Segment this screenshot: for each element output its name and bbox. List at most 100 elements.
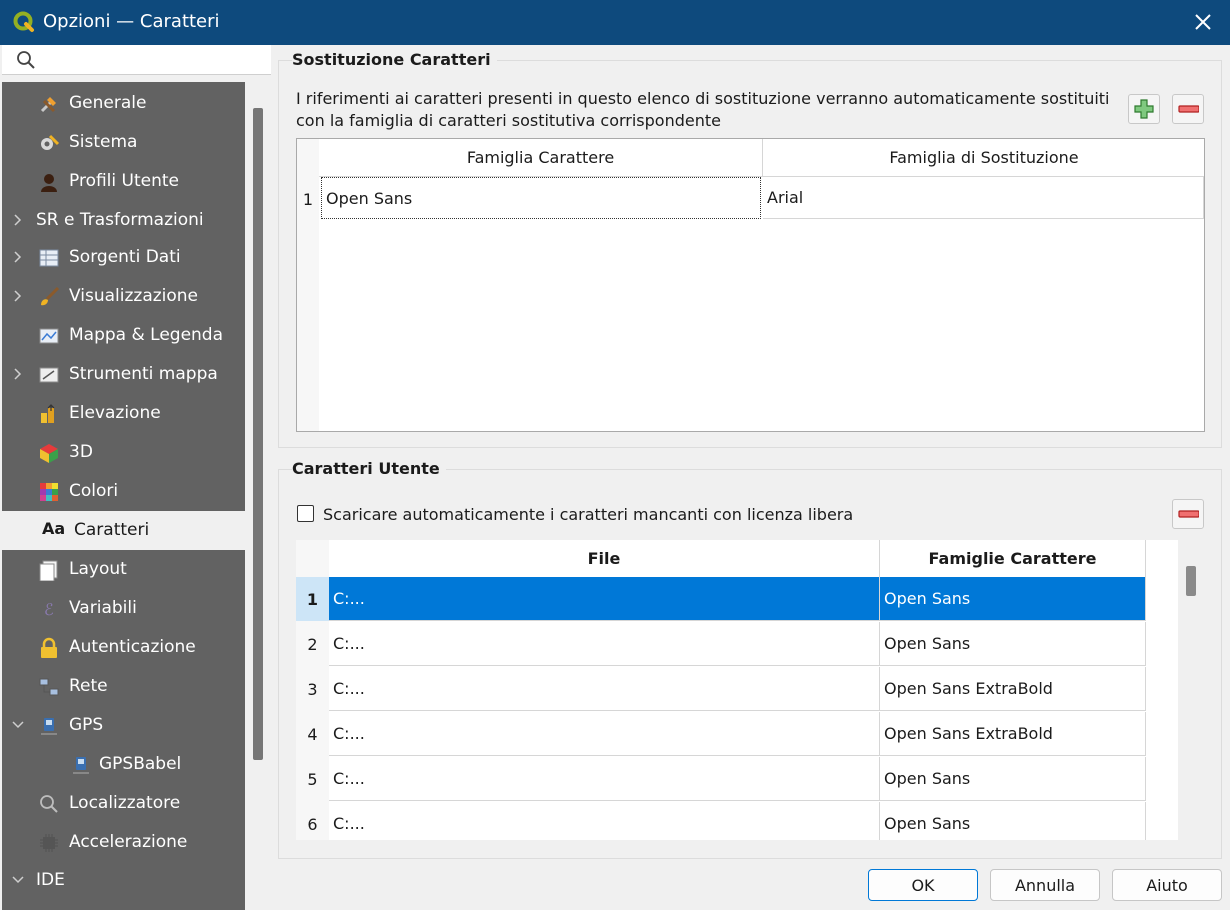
qgis-logo-icon [13, 11, 34, 32]
sidebar-item-label: 3D [69, 442, 93, 462]
sidebar-item-label: Visualizzazione [69, 286, 199, 306]
sidebar-item-sr-trasformazioni[interactable]: SR e Trasformazioni [2, 201, 245, 240]
search-input[interactable] [42, 49, 262, 71]
user-fonts-table: File Famiglie Carattere 1 C:... Open San… [296, 540, 1205, 840]
sidebar-item-elevazione[interactable]: Elevazione [2, 394, 245, 433]
table-cell-file[interactable]: C:... [329, 712, 880, 756]
table-cell-file[interactable]: C:... [329, 577, 880, 621]
cube-icon [40, 444, 58, 463]
table-cell-family[interactable]: Open Sans [880, 622, 1146, 666]
table-cell-file[interactable]: C:... [329, 757, 880, 801]
gps-icon [73, 757, 89, 774]
cancel-button[interactable]: Annulla [990, 869, 1100, 901]
close-icon[interactable] [1190, 9, 1216, 35]
plus-icon [1134, 99, 1154, 119]
row-number[interactable]: 5 [296, 757, 329, 801]
sidebar-item-label: Accelerazione [69, 832, 188, 852]
table-cell-family[interactable]: Open Sans [880, 577, 1146, 621]
sidebar-item-label: GPSBabel [99, 754, 182, 774]
row-number[interactable]: 1 [296, 577, 329, 621]
sidebar-item-label: Rete [69, 676, 108, 696]
table-cell-file[interactable]: C:... [329, 622, 880, 666]
gps-icon [41, 718, 57, 735]
svg-text:ℰ: ℰ [44, 600, 54, 619]
table-cell-family[interactable]: Open Sans [880, 802, 1146, 840]
row-number[interactable]: 6 [296, 802, 329, 840]
map-icon [39, 328, 59, 344]
nav-tree: Generale Sistema Profili Utente SR e Tra… [2, 82, 245, 910]
row-number[interactable]: 4 [296, 712, 329, 756]
chevron-right-icon[interactable] [11, 250, 25, 264]
column-header-family[interactable]: Famiglia Carattere [319, 139, 763, 177]
sidebar-item-label: Profili Utente [69, 171, 179, 191]
sidebar-item-colori[interactable]: Colori [2, 472, 245, 511]
sidebar-item-3d[interactable]: 3D [2, 433, 245, 472]
sidebar-item-label: SR e Trasformazioni [36, 210, 204, 230]
font-substitution-description: I riferimenti ai caratteri presenti in q… [296, 89, 1110, 130]
sidebar-item-sistema[interactable]: Sistema [2, 123, 245, 162]
sidebar-item-generale[interactable]: Generale [2, 84, 245, 123]
font-aa-icon: Aa [42, 519, 66, 538]
chevron-right-icon[interactable] [11, 213, 25, 227]
column-header-font-families[interactable]: Famiglie Carattere [880, 540, 1146, 578]
table-cell-family[interactable]: Open Sans [321, 177, 761, 219]
sidebar-item-label: Generale [69, 93, 147, 113]
sidebar-item-localizzatore[interactable]: Localizzatore [2, 784, 245, 823]
column-header-replacement[interactable]: Famiglia di Sostituzione [763, 139, 1204, 177]
options-sidebar: Generale Sistema Profili Utente SR e Tra… [2, 45, 271, 910]
sidebar-item-gps[interactable]: GPS [2, 706, 245, 745]
row-number[interactable]: 2 [296, 622, 329, 666]
sidebar-item-layout[interactable]: Layout [2, 550, 245, 589]
table-cell-file[interactable]: C:... [329, 802, 880, 840]
remove-user-font-button[interactable] [1172, 499, 1204, 529]
lock-icon [41, 637, 57, 658]
ok-button[interactable]: OK [868, 869, 978, 901]
sidebar-item-sorgenti-dati[interactable]: Sorgenti Dati [2, 238, 245, 277]
sidebar-scrollbar[interactable] [253, 108, 263, 760]
sidebar-item-strumenti-mappa[interactable]: Strumenti mappa [2, 355, 245, 394]
sidebar-item-accelerazione[interactable]: Accelerazione [2, 823, 245, 862]
sidebar-item-profili-utente[interactable]: Profili Utente [2, 162, 245, 201]
auto-download-checkbox[interactable] [297, 505, 314, 522]
auto-download-label[interactable]: Scaricare automaticamente i caratteri ma… [323, 505, 853, 524]
table-cell-replacement[interactable]: Arial [763, 177, 1204, 219]
sidebar-item-caratteri[interactable]: Aa Caratteri [2, 511, 245, 550]
sidebar-item-rete[interactable]: Rete [2, 667, 245, 706]
user-fonts-title: Caratteri Utente [292, 459, 446, 478]
row-number[interactable]: 3 [296, 667, 329, 711]
network-icon [39, 678, 59, 696]
user-fonts-scrollbar[interactable] [1178, 540, 1205, 840]
sidebar-item-mappa-legenda[interactable]: Mappa & Legenda [2, 316, 245, 355]
chevron-down-icon[interactable] [11, 873, 25, 887]
sidebar-item-label: Strumenti mappa [69, 364, 218, 384]
font-substitution-title: Sostituzione Caratteri [292, 50, 497, 69]
minus-icon [1178, 105, 1199, 113]
search-icon [40, 795, 58, 813]
table-cell-family[interactable]: Open Sans ExtraBold [880, 667, 1146, 711]
row-number[interactable]: 1 [297, 177, 319, 221]
window-title: Opzioni — Caratteri [43, 11, 220, 32]
help-button[interactable]: Aiuto [1112, 869, 1222, 901]
column-header-file[interactable]: File [329, 540, 880, 578]
sidebar-item-label: Autenticazione [69, 637, 196, 657]
sidebar-item-autenticazione[interactable]: Autenticazione [2, 628, 245, 667]
sidebar-item-label: Caratteri [74, 520, 150, 540]
sidebar-item-gpsbabel[interactable]: GPSBabel [2, 745, 245, 784]
chevron-right-icon[interactable] [11, 289, 25, 303]
table-cell-family[interactable]: Open Sans ExtraBold [880, 712, 1146, 756]
table-cell-family[interactable]: Open Sans [880, 757, 1146, 801]
minus-icon [1178, 510, 1199, 518]
sidebar-item-ide[interactable]: IDE [2, 861, 245, 900]
scrollbar-thumb[interactable] [1186, 566, 1196, 596]
remove-substitution-button[interactable] [1172, 94, 1204, 124]
sidebar-item-variabili[interactable]: ℰ Variabili [2, 589, 245, 628]
layout-icon [39, 560, 58, 581]
add-substitution-button[interactable] [1128, 94, 1160, 124]
sidebar-item-label: Elevazione [69, 403, 161, 423]
substitution-table: Famiglia Carattere Famiglia di Sostituzi… [296, 138, 1205, 432]
chevron-right-icon[interactable] [11, 367, 25, 381]
chevron-down-icon[interactable] [11, 718, 25, 732]
map-tools-icon [39, 367, 59, 383]
sidebar-item-visualizzazione[interactable]: Visualizzazione [2, 277, 245, 316]
table-cell-file[interactable]: C:... [329, 667, 880, 711]
